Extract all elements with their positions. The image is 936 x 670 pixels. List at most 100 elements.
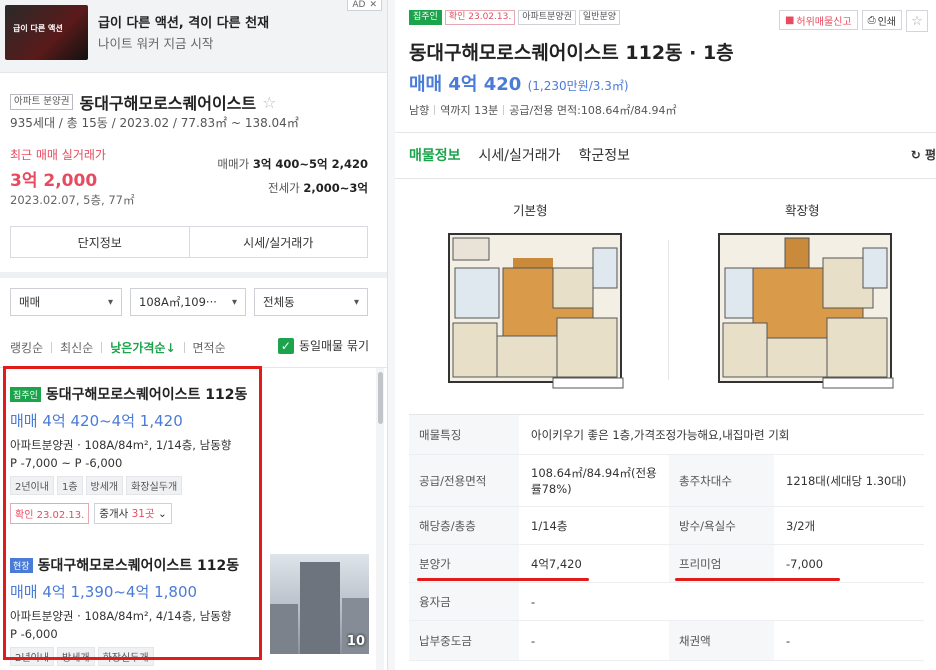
recent-trade-price: 3억 2,000 [10, 171, 98, 191]
spec-value: 1218대(세대당 1.30대) [786, 473, 907, 488]
group-same-label: 동일매물 묶기 [298, 339, 369, 353]
tab-bottom-divider [395, 178, 936, 179]
tab-market-price[interactable]: 시세/실거래가 [479, 145, 561, 165]
ad-label: AD [352, 0, 366, 10]
detail-price-per: (1,230만원/3.3㎡) [527, 79, 629, 93]
owner-tag: 집주인 [409, 10, 442, 25]
spec-value: 4억7,420 [531, 556, 582, 571]
complex-tabs: 단지정보 시세/실거래가 [10, 226, 368, 258]
tab-market-price[interactable]: 시세/실거래가 [188, 227, 368, 257]
sale-type-tag: 일반분양 [578, 10, 621, 25]
detail-title: 동대구해모로스퀘어이스트 112동 · 1층 [409, 42, 734, 64]
tab-divider [395, 132, 936, 133]
spec-key: 해당층/총층 [409, 507, 519, 544]
sale-price-range: 매매가 3억 400~5억 2,420 [217, 156, 368, 172]
spec-row: 융자금 - [409, 583, 924, 621]
photo-count: 10 [346, 634, 365, 649]
sort-latest[interactable]: 최신순 [60, 339, 93, 356]
tab-listing-info[interactable]: 매물정보 [409, 145, 461, 165]
meta-separator [434, 105, 436, 115]
floor-plan-basic-image[interactable] [443, 228, 628, 393]
refresh-icon: ↻ [910, 148, 921, 162]
ad-title[interactable]: 급이 다른 액션, 격이 다른 천재 [98, 12, 269, 31]
type-tag: 아파트분양권 [518, 10, 576, 25]
complex-name: 동대구해모로스퀘어이스트 [79, 94, 257, 113]
spec-key: 융자금 [409, 583, 519, 620]
sale-range: 3억 400~5억 2,420 [252, 157, 368, 171]
spec-row: 매물특징 아이키우기 좋은 1층,가격조정가능해요,내집마련 기회 [409, 415, 924, 455]
detail-price: 매매 4억 420 (1,230만원/3.3㎡) [409, 70, 629, 96]
spec-key: 분양가 [409, 545, 519, 582]
plan-divider [668, 240, 669, 380]
dong-select[interactable]: 전체동 ▾ [254, 288, 368, 316]
dong-value: 전체동 [263, 295, 295, 309]
ad-subtitle[interactable]: 나이트 워커 지금 시작 [98, 33, 213, 52]
group-same-listings[interactable]: ✓ 동일매물 묶기 [277, 337, 369, 354]
meta-direction: 남향 [409, 104, 430, 117]
ad-banner[interactable]: 급이 다른 액션 급이 다른 액션, 격이 다른 천재 나이트 워커 지금 시작… [0, 0, 387, 73]
ad-badge[interactable]: AD ✕ [347, 0, 382, 11]
meta-station: 역까지 13분 [440, 104, 499, 117]
spec-row: 해당층/총층 1/14층 방수/욕실수 3/2개 [409, 507, 924, 545]
spec-table: 매물특징 아이키우기 좋은 1층,가격조정가능해요,내집마련 기회 공급/전용면… [409, 414, 924, 661]
listing-photo[interactable]: 10 [270, 554, 369, 654]
recent-trade-label: 최근 매매 실거래가 [10, 148, 106, 162]
highlight-underline [417, 578, 589, 581]
recent-trade-date: 2023.02.07, 5층, 77㎡ [10, 193, 135, 207]
sort-low-price[interactable]: 낮은가격순↓ [110, 339, 175, 356]
sort-options: 랭킹순 최신순 낮은가격순↓ 면적순 [10, 339, 226, 356]
spec-key: 방수/욕실수 [669, 507, 774, 544]
ad-thumbnail[interactable]: 급이 다른 액션 [5, 5, 88, 60]
meta-separator [503, 105, 505, 115]
print-label: 인쇄 [877, 16, 896, 28]
report-button[interactable]: ■ 허위매물신고 [778, 10, 858, 30]
favorite-star-icon[interactable]: ☆ [262, 93, 276, 112]
spec-key: 공급/전용면적 [409, 455, 519, 506]
ad-thumb-text: 급이 다른 액션 [13, 24, 63, 33]
spec-key: 총주차대수 [669, 455, 774, 506]
plan-label-basic: 기본형 [513, 203, 548, 218]
meta-area: 공급/전용 면적:108.64㎡/84.94㎡ [509, 104, 677, 117]
trade-type-select[interactable]: 매매 ▾ [10, 288, 122, 316]
spec-key: 납부중도금 [409, 621, 519, 660]
floor-plan-extended-image[interactable] [713, 228, 898, 393]
refresh-button[interactable]: ↻ 평 [911, 146, 936, 163]
sort-area[interactable]: 면적순 [193, 339, 226, 356]
sort-separator [51, 342, 53, 353]
checkbox-checked-icon[interactable]: ✓ [277, 337, 294, 354]
chevron-down-icon: ▾ [231, 296, 237, 308]
favorite-star-icon[interactable]: ☆ [906, 10, 928, 32]
spec-value: 108.64㎡/84.94㎡(전용률78%) [531, 465, 657, 496]
refresh-label: 평 [924, 148, 936, 162]
floor-plans: 기본형 확장형 [409, 180, 924, 400]
highlight-underline [675, 578, 840, 581]
building-shape [300, 562, 340, 654]
spec-value: -7,000 [786, 556, 824, 571]
sort-separator [101, 342, 103, 353]
complex-meta: 935세대 / 총 15동 / 2023.02 / 77.83㎡ ~ 138.0… [10, 116, 299, 130]
list-scroll-thumb[interactable] [378, 372, 383, 424]
detail-tabs: 매물정보 시세/실거래가 학군정보 [409, 145, 630, 165]
spec-value: - [786, 633, 791, 648]
sale-label: 매매가 [217, 157, 250, 171]
detail-actions: ■ 허위매물신고 ⎙ 인쇄 ☆ [778, 10, 928, 32]
spec-value: - [531, 594, 536, 609]
detail-panel: 집주인 확인 23.02.13. 아파트분양권 일반분양 ■ 허위매물신고 ⎙ … [395, 0, 936, 670]
complex-title-row: 아파트 분양권 동대구해모로스퀘어이스트 ☆ [10, 90, 276, 114]
plan-label-extended: 확장형 [785, 203, 820, 218]
building-shape [270, 604, 298, 654]
tab-school-info[interactable]: 학군정보 [579, 145, 631, 165]
sort-ranking[interactable]: 랭킹순 [10, 339, 43, 356]
filter-bar: 매매 ▾ 108A㎡,109··· ▾ 전체동 ▾ [10, 288, 368, 316]
close-icon[interactable]: ✕ [369, 0, 377, 10]
spec-key: 채권액 [669, 621, 774, 660]
detail-tags: 집주인 확인 23.02.13. 아파트분양권 일반분양 [409, 10, 621, 25]
print-button[interactable]: ⎙ 인쇄 [861, 10, 902, 30]
spec-key: 매물특징 [409, 415, 519, 454]
highlight-annotation [3, 366, 262, 660]
tab-complex-info[interactable]: 단지정보 [11, 227, 189, 257]
detail-price-value: 매매 4억 420 [409, 74, 522, 95]
section-divider [0, 272, 387, 278]
report-label: 허위매물신고 [796, 16, 852, 28]
area-select[interactable]: 108A㎡,109··· ▾ [130, 288, 246, 316]
